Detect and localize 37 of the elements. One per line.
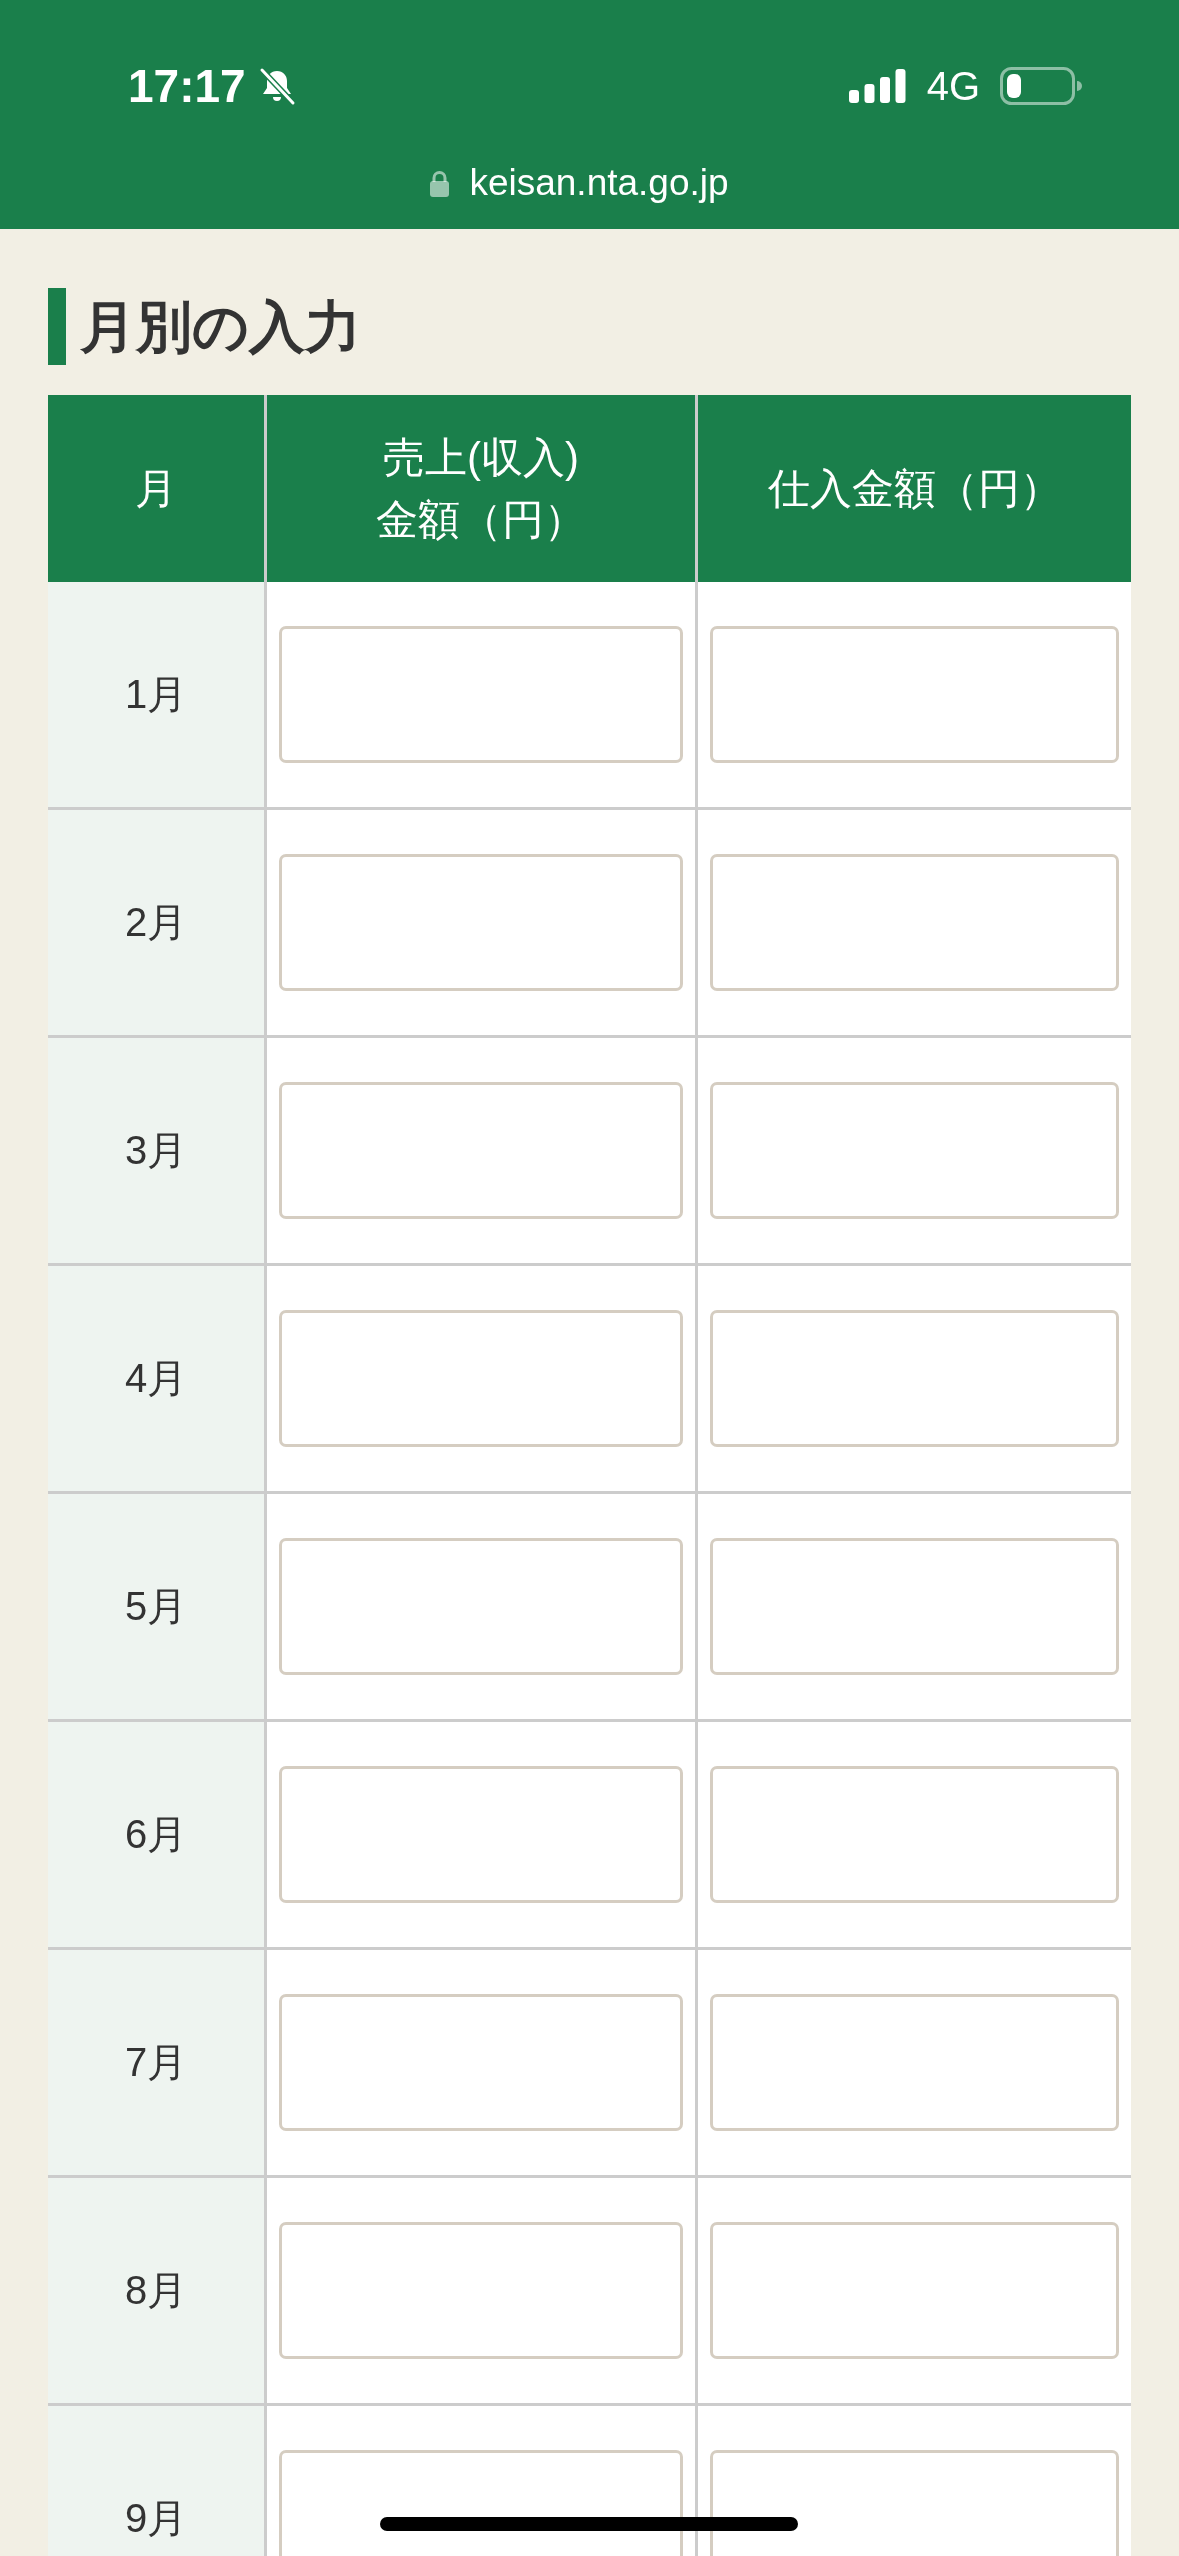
month-cell: 1月 [48,582,264,807]
month-cell: 7月 [48,1950,264,2175]
amount-input-field[interactable] [279,1538,683,1675]
amount-input-field[interactable] [279,1310,683,1447]
month-cell: 9月 [48,2406,264,2556]
amount-input-field[interactable] [279,1994,683,2131]
amount-input-field[interactable] [710,854,1119,991]
amount-input-field[interactable] [279,2222,683,2359]
amount-input-field[interactable] [279,854,683,991]
amount-input-field[interactable] [710,1766,1119,1903]
amount-input-field[interactable] [710,626,1119,763]
month-cell: 6月 [48,1722,264,1947]
section-title: 月別の入力 [80,294,361,360]
url-address[interactable]: keisan.nta.go.jp [469,161,729,205]
amount-input-field[interactable] [710,1082,1119,1219]
amount-input-field[interactable] [279,2450,683,2556]
column-header: 月 [48,395,264,582]
month-cell: 5月 [48,1494,264,1719]
amount-input-field[interactable] [710,1538,1119,1675]
signal-icon [848,69,906,103]
column-header: 売上(収入) 金額（円） [264,395,695,582]
amount-input-field[interactable] [710,1994,1119,2131]
amount-input-field[interactable] [279,626,683,763]
lock-icon [430,169,450,197]
month-cell: 4月 [48,1266,264,1491]
battery-icon [1000,67,1082,105]
amount-input-field[interactable] [710,2222,1119,2359]
month-cell: 8月 [48,2178,264,2403]
month-cell: 2月 [48,810,264,1035]
column-header: 仕入金額（円） [695,395,1131,582]
status-time: 17:17 [128,62,246,110]
amount-input-field[interactable] [710,1310,1119,1447]
network-type: 4G [926,63,980,110]
amount-input-field[interactable] [279,1082,683,1219]
amount-input-field[interactable] [279,1766,683,1903]
amount-input-field[interactable] [710,2450,1119,2556]
month-cell: 3月 [48,1038,264,1263]
